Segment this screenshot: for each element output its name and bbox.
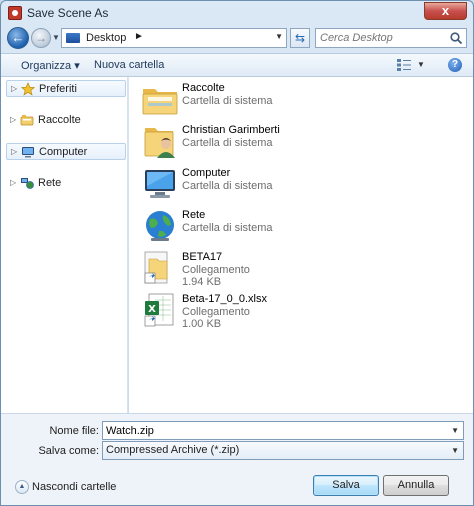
file-type: Collegamento <box>182 306 250 318</box>
file-name: Beta-17_0_0.xlsx <box>182 293 267 305</box>
hide-folders-label[interactable]: Nascondi cartelle <box>32 481 116 493</box>
search-input[interactable] <box>320 31 444 45</box>
file-name: Rete <box>182 209 206 221</box>
address-dropdown-icon[interactable]: ▼ <box>275 32 283 41</box>
file-type: Cartella di sistema <box>182 137 273 149</box>
save-as-type-value: Compressed Archive (*.zip) <box>106 444 240 456</box>
file-item-xlsx[interactable]: X Beta-17_0_0.xlsx Collegamento 1.00 KB <box>141 291 461 333</box>
filename-label: Nome file: <box>49 425 99 437</box>
file-size: 1.00 KB <box>182 318 222 330</box>
command-bar: Organizza ▾ Nuova cartella ▼ ? <box>1 53 473 77</box>
file-name: BETA17 <box>182 251 223 263</box>
expand-arrow-icon[interactable]: ▷ <box>10 178 16 187</box>
file-name: Christian Garimberti <box>182 124 280 136</box>
nav-label-favorites: Preferiti <box>39 83 77 95</box>
file-type: Cartella di sistema <box>182 222 273 234</box>
star-icon <box>21 82 35 96</box>
filename-input[interactable] <box>106 424 436 438</box>
save-as-type-dropdown-icon[interactable]: ▼ <box>451 446 459 455</box>
computer-icon <box>22 147 34 158</box>
title-bar[interactable]: Save Scene As x <box>1 1 473 25</box>
user-folder-icon <box>144 128 175 158</box>
nav-item-favorites[interactable]: ▷ Preferiti <box>6 80 126 97</box>
view-dropdown-icon[interactable]: ▼ <box>417 60 425 69</box>
file-item-computer[interactable]: Computer Cartella di sistema <box>141 165 461 207</box>
expand-arrow-icon[interactable]: ▷ <box>11 147 17 156</box>
close-button[interactable]: x <box>424 2 467 20</box>
save-dialog: Save Scene As x ← → ▼ Desktop ► ▼ ⇆ Org <box>0 0 474 506</box>
help-icon[interactable]: ? <box>448 58 462 72</box>
file-list: Raccolte Cartella di sistema Christian G… <box>129 77 473 413</box>
file-name: Raccolte <box>182 82 225 94</box>
view-options-icon[interactable] <box>397 59 411 71</box>
nav-item-computer[interactable]: ▷ Computer <box>6 143 126 160</box>
file-size: 1.94 KB <box>182 276 222 288</box>
app-icon <box>8 6 22 20</box>
expand-arrow-icon[interactable]: ▷ <box>11 84 17 93</box>
expand-arrow-icon[interactable]: ▷ <box>10 115 16 124</box>
file-item-beta17[interactable]: BETA17 Collegamento 1.94 KB <box>141 249 461 291</box>
network-globe-icon <box>146 211 174 241</box>
new-folder-button[interactable]: Nuova cartella <box>94 59 164 71</box>
libraries-folder-icon <box>142 89 178 115</box>
save-button[interactable]: Salva <box>313 475 379 496</box>
arrow-left-icon: ← <box>11 30 25 45</box>
chevron-right-icon[interactable]: ► <box>134 31 144 42</box>
search-box[interactable] <box>315 28 467 48</box>
folder-shortcut-icon <box>144 251 168 284</box>
address-row: ← → ▼ Desktop ► ▼ ⇆ <box>1 25 473 53</box>
computer-icon <box>145 170 175 198</box>
window-title: Save Scene As <box>27 6 109 20</box>
refresh-icon: ⇆ <box>294 31 306 45</box>
file-name: Computer <box>182 167 231 179</box>
search-icon[interactable] <box>449 31 463 45</box>
save-as-type-select[interactable]: Compressed Archive (*.zip) ▼ <box>102 441 464 460</box>
file-type: Cartella di sistema <box>182 95 273 107</box>
nav-label-computer: Computer <box>39 146 88 158</box>
address-bar[interactable]: Desktop ► ▼ <box>61 28 287 48</box>
file-type: Cartella di sistema <box>182 180 273 192</box>
nav-item-network[interactable]: ▷ Rete <box>6 175 126 192</box>
back-button[interactable]: ← <box>7 27 29 49</box>
navigation-pane: ▷ Preferiti ▷ Raccolte ▷ Computer ▷ Rete <box>1 77 128 413</box>
file-item-network[interactable]: Rete Cartella di sistema <box>141 207 461 249</box>
address-location[interactable]: Desktop <box>86 32 126 44</box>
nav-label-libraries: Raccolte <box>38 114 81 126</box>
desktop-icon <box>66 33 80 43</box>
svg-text:X: X <box>148 304 156 315</box>
save-options-panel: Nome file: ▼ Salva come: Compressed Arch… <box>1 413 473 505</box>
nav-label-network: Rete <box>38 177 62 189</box>
filename-combobox[interactable]: ▼ <box>102 421 464 440</box>
organize-menu[interactable]: Organizza ▾ <box>21 59 80 72</box>
filename-dropdown-icon[interactable]: ▼ <box>451 426 459 435</box>
cancel-button[interactable]: Annulla <box>383 475 449 496</box>
refresh-button[interactable]: ⇆ <box>290 28 310 48</box>
file-item-user-folder[interactable]: Christian Garimberti Cartella di sistema <box>141 122 461 164</box>
forward-button[interactable]: → <box>31 28 51 48</box>
arrow-right-icon: → <box>35 31 47 45</box>
save-as-type-label: Salva come: <box>38 445 99 457</box>
network-icon <box>21 178 34 189</box>
recent-locations-dropdown-icon[interactable]: ▼ <box>52 33 60 42</box>
file-type: Collegamento <box>182 264 250 276</box>
nav-item-libraries[interactable]: ▷ Raccolte <box>6 112 126 129</box>
excel-shortcut-icon: X <box>144 293 174 327</box>
file-item-libraries[interactable]: Raccolte Cartella di sistema <box>141 80 461 122</box>
chevron-up-icon[interactable]: ▲ <box>15 480 29 494</box>
libraries-icon <box>20 115 34 126</box>
